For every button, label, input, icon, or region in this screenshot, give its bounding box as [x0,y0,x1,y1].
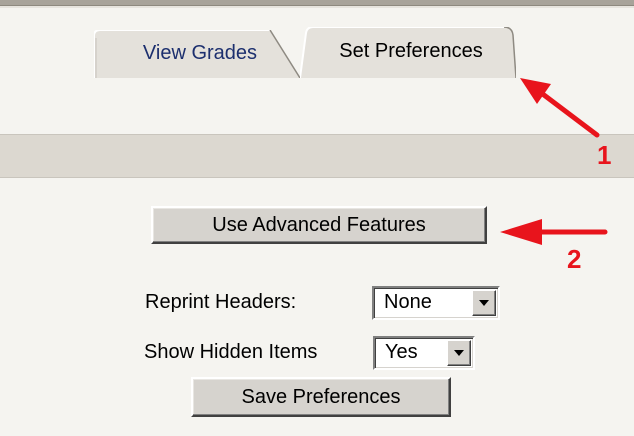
annotation-number-2: 2 [567,244,582,274]
arrow-icon-2 [500,219,608,245]
annotation-number-1: 1 [597,140,612,170]
annotation-arrows [500,78,608,245]
arrow-icon-1 [520,78,600,138]
tab-label: Set Preferences [339,40,483,62]
tab-label: View Grades [142,41,258,64]
page: View Grades Set Preferences Use Advanced… [0,0,634,436]
